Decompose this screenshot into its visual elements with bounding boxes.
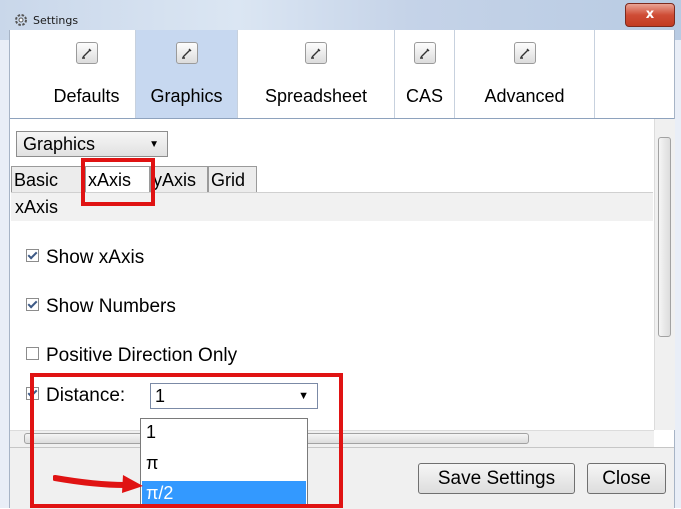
tab-label: Graphics [150, 86, 223, 106]
tab-spreadsheet[interactable]: Spreadsheet [238, 30, 395, 118]
distance-option-1[interactable]: 1 [142, 420, 306, 444]
vertical-scroll-thumb[interactable] [658, 137, 671, 337]
window-title: Settings [33, 14, 79, 27]
subtab-grid[interactable]: Grid [208, 166, 257, 193]
horizontal-scrollbar[interactable] [10, 430, 654, 447]
window-close-button[interactable]: x [625, 3, 675, 27]
wrench-icon [175, 42, 198, 64]
distance-option-pi[interactable]: π [142, 451, 306, 475]
view-select[interactable]: Graphics ▼ [16, 131, 168, 157]
view-select-value: Graphics [23, 134, 96, 154]
tab-graphics[interactable]: Graphics [136, 30, 238, 118]
show-numbers-checkbox[interactable] [26, 298, 39, 312]
main-tab-bar: Defaults Graphics Spreadsheet CAS Advanc… [10, 30, 674, 119]
tab-label: CAS [405, 86, 443, 106]
show-xaxis-label: Show xAxis [46, 247, 145, 268]
show-xaxis-option[interactable]: Show xAxis [26, 247, 144, 271]
positive-direction-label: Positive Direction Only [46, 345, 238, 366]
distance-select-value: 1 [155, 386, 166, 406]
tab-advanced[interactable]: Advanced [455, 30, 595, 118]
distance-checkbox[interactable] [26, 387, 39, 401]
chevron-down-icon: ▼ [149, 139, 159, 150]
section-title: xAxis [15, 197, 59, 217]
show-numbers-option[interactable]: Show Numbers [26, 296, 176, 320]
settings-client-area: Defaults Graphics Spreadsheet CAS Advanc… [9, 30, 675, 509]
save-settings-button[interactable]: Save Settings [418, 463, 575, 494]
positive-direction-option[interactable]: Positive Direction Only [26, 345, 237, 369]
close-button[interactable]: Close [587, 463, 666, 494]
distance-option[interactable]: Distance: [26, 385, 125, 409]
subtab-basic[interactable]: Basic [11, 166, 85, 193]
distance-select[interactable]: 1 ▼ [150, 383, 318, 409]
distance-label: Distance: [46, 385, 126, 406]
tab-label: Defaults [53, 86, 120, 106]
wrench-icon [305, 42, 327, 64]
settings-gear-icon [15, 14, 27, 26]
red-arrow-icon [53, 475, 143, 493]
wrench-icon [513, 42, 536, 64]
tab-label: Spreadsheet [264, 86, 368, 106]
settings-panel: Graphics ▼ Basic xAxis yAxis Grid xAxis … [10, 119, 654, 430]
chevron-down-icon: ▼ [298, 390, 309, 402]
positive-direction-checkbox[interactable] [26, 347, 39, 361]
vertical-scrollbar[interactable] [654, 119, 675, 430]
subtab-xaxis[interactable]: xAxis [85, 166, 150, 193]
show-numbers-label: Show Numbers [46, 296, 176, 317]
tab-cas[interactable]: CAS [395, 30, 455, 118]
distance-dropdown-list: 1 π π/2 [140, 418, 308, 508]
wrench-icon [75, 42, 98, 64]
wrench-icon [413, 42, 436, 64]
show-xaxis-checkbox[interactable] [26, 249, 39, 263]
tab-label: Advanced [484, 86, 565, 106]
subtab-yaxis[interactable]: yAxis [150, 166, 208, 193]
settings-window: Settings x Defaults Graphics Spreadsheet… [0, 0, 681, 509]
tab-defaults[interactable]: Defaults [38, 30, 136, 118]
section-header: xAxis [11, 192, 653, 221]
distance-option-pi-half[interactable]: π/2 [142, 481, 306, 505]
